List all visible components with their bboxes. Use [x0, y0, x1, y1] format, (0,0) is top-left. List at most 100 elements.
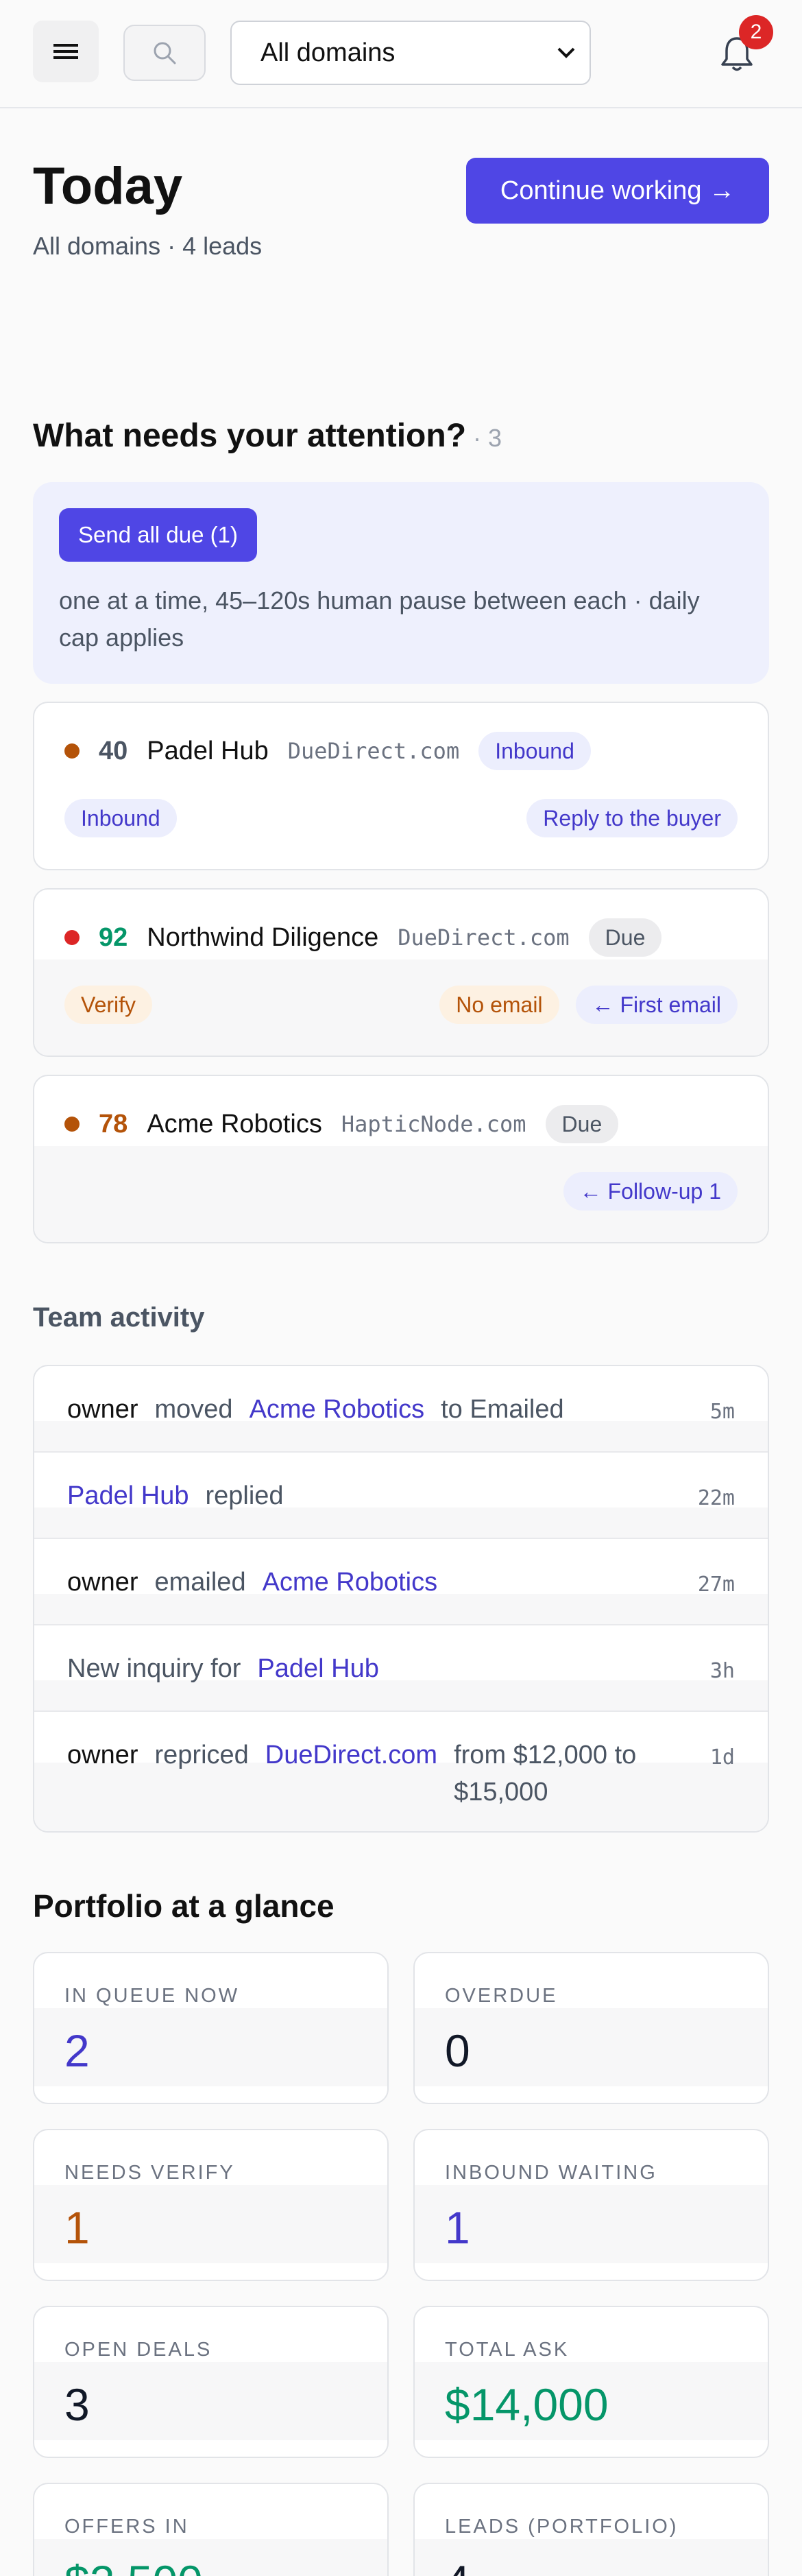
menu-button[interactable]	[33, 21, 99, 82]
stat-label: TOTAL ASK	[445, 2339, 570, 2361]
lead-domain: DueDirect.com	[398, 925, 570, 951]
stat-card: OPEN DEALS 3	[33, 2306, 389, 2458]
lead-score: 78	[99, 1109, 128, 1138]
hamburger-icon	[53, 44, 78, 59]
team-activity-title: Team activity	[33, 1302, 205, 1333]
activity-item: owner moved Acme Robotics to Emailed 5m	[34, 1366, 768, 1453]
lead-status-badge: Due	[545, 1105, 619, 1143]
first-email-button[interactable]: ← First email	[575, 986, 738, 1024]
stat-value: $2,500	[64, 2555, 203, 2576]
priority-dot	[64, 743, 80, 759]
priority-dot	[64, 930, 80, 945]
page-header: Today All domains · 4 leads Continue wor…	[33, 108, 769, 294]
activity-verb: repriced	[154, 1741, 249, 1769]
top-bar: All domains 2	[0, 0, 802, 108]
stat-card: OVERDUE 0	[413, 1952, 769, 2104]
activity-target-link[interactable]: Padel Hub	[257, 1650, 682, 1687]
activity-time: 3h	[709, 1659, 735, 1683]
attention-count: · 3	[473, 424, 502, 452]
stat-value: 1	[64, 2202, 90, 2253]
lead-card[interactable]: 78 Acme Robotics HapticNode.com Due ← Fo…	[33, 1075, 769, 1243]
search-icon	[154, 42, 176, 64]
activity-verb: emailed	[154, 1568, 246, 1597]
activity-target-link[interactable]: Padel Hub	[67, 1477, 189, 1514]
priority-dot	[64, 1117, 80, 1132]
activity-target-link[interactable]: Acme Robotics	[250, 1391, 425, 1428]
send-due-panel: Send all due (1) one at a time, 45–120s …	[33, 482, 769, 684]
page-title: Today	[33, 157, 183, 215]
lead-name: Northwind Diligence	[147, 922, 379, 952]
activity-target-link[interactable]: Acme Robotics	[263, 1564, 670, 1601]
stat-value: $14,000	[445, 2379, 609, 2430]
stat-label: INBOUND WAITING	[445, 2162, 657, 2184]
portfolio-stats: IN QUEUE NOW 2 OVERDUE 0 NEEDS VERIFY 1 …	[33, 1952, 769, 2576]
notification-badge: 2	[739, 15, 773, 49]
stat-label: OFFERS IN	[64, 2516, 189, 2538]
page-subtitle: All domains · 4 leads	[33, 232, 263, 260]
stat-card: TOTAL ASK $14,000	[413, 2306, 769, 2458]
activity-detail: from $12,000 to $15,000	[454, 1741, 637, 1806]
lead-name: Padel Hub	[147, 736, 269, 765]
stat-label: LEADS (PORTFOLIO)	[445, 2516, 679, 2538]
stat-value: 3	[64, 2379, 90, 2430]
domain-select[interactable]: All domains	[230, 21, 591, 85]
stat-card: INBOUND WAITING 1	[413, 2129, 769, 2281]
stat-label: NEEDS VERIFY	[64, 2162, 235, 2184]
lead-status-badge: Inbound	[478, 732, 591, 770]
stat-label: IN QUEUE NOW	[64, 1985, 240, 2007]
lead-domain: DueDirect.com	[287, 738, 460, 764]
lead-tag: Verify	[64, 986, 153, 1024]
activity-actor: owner	[67, 1741, 138, 1769]
lead-actions: ← Follow-up 1	[64, 1171, 738, 1212]
lead-header: 78 Acme Robotics HapticNode.com Due	[64, 1104, 619, 1145]
activity-time: 27m	[697, 1573, 735, 1597]
stat-value: 4	[445, 2555, 470, 2576]
lead-score: 92	[99, 922, 128, 952]
activity-target-link[interactable]: DueDirect.com	[265, 1737, 437, 1774]
activity-verb: moved	[154, 1395, 233, 1424]
lead-status-badge: Due	[588, 918, 662, 957]
send-note: one at a time, 45–120s human pause betwe…	[59, 586, 700, 652]
activity-verb: replied	[205, 1481, 284, 1510]
activity-time: 22m	[697, 1486, 735, 1510]
activity-time: 5m	[709, 1400, 735, 1424]
portfolio-title: Portfolio at a glance	[33, 1888, 335, 1924]
attention-title: What needs your attention?	[33, 418, 467, 454]
search-button[interactable]	[123, 25, 206, 81]
activity-actor: owner	[67, 1568, 138, 1597]
activity-detail: to Emailed	[441, 1395, 564, 1424]
lead-name: Acme Robotics	[147, 1109, 322, 1138]
activity-item: owner repriced DueDirect.com from $12,00…	[34, 1712, 768, 1831]
activity-item: New inquiry for Padel Hub 3h	[34, 1625, 768, 1712]
stat-label: OVERDUE	[445, 1985, 558, 2007]
lead-tag: Inbound	[64, 799, 177, 837]
lead-score: 40	[99, 736, 128, 765]
domain-select-value: All domains	[260, 38, 396, 67]
stat-card: LEADS (PORTFOLIO) 4	[413, 2483, 769, 2576]
follow-up-button[interactable]: ← Follow-up 1	[563, 1172, 738, 1211]
lead-actions: Inbound Reply to the buyer	[64, 798, 738, 839]
stat-card: OFFERS IN $2,500	[33, 2483, 389, 2576]
activity-item: owner emailed Acme Robotics 27m	[34, 1539, 768, 1625]
main-content: Today All domains · 4 leads Continue wor…	[0, 108, 802, 2576]
stat-card: NEEDS VERIFY 1	[33, 2129, 389, 2281]
no-email-badge: No email	[439, 986, 559, 1024]
lead-card[interactable]: 40 Padel Hub DueDirect.com Inbound Inbou…	[33, 702, 769, 870]
stat-card: IN QUEUE NOW 2	[33, 1952, 389, 2104]
stat-label: OPEN DEALS	[64, 2339, 212, 2361]
continue-working-button[interactable]: Continue working →	[466, 158, 769, 224]
chevron-down-icon	[557, 47, 575, 58]
lead-header: 92 Northwind Diligence DueDirect.com Due	[64, 917, 662, 958]
stat-value: 2	[64, 2025, 90, 2076]
attention-heading: What needs your attention? · 3	[33, 417, 769, 455]
send-all-due-button[interactable]: Send all due (1)	[59, 508, 257, 562]
activity-prefix: New inquiry for	[67, 1654, 241, 1683]
team-activity-list: owner moved Acme Robotics to Emailed 5m …	[33, 1365, 769, 1833]
lead-header: 40 Padel Hub DueDirect.com Inbound	[64, 730, 591, 772]
stat-value: 1	[445, 2202, 470, 2253]
lead-card[interactable]: 92 Northwind Diligence DueDirect.com Due…	[33, 888, 769, 1057]
activity-actor: owner	[67, 1395, 138, 1424]
lead-domain: HapticNode.com	[341, 1111, 526, 1137]
reply-to-buyer-button[interactable]: Reply to the buyer	[526, 799, 738, 837]
activity-item: Padel Hub replied 22m	[34, 1453, 768, 1539]
